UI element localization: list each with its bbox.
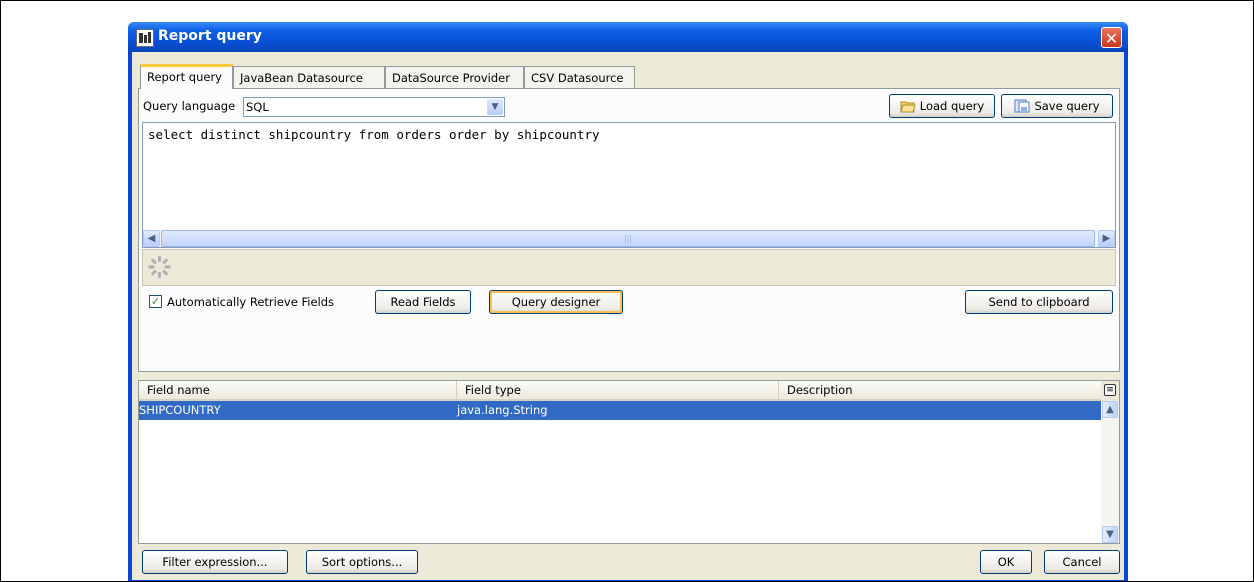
column-field-name[interactable]: Field name (139, 381, 457, 399)
save-disk-icon (1014, 99, 1030, 113)
cancel-button[interactable]: Cancel (1044, 550, 1120, 574)
table-row[interactable]: SHIPCOUNTRY java.lang.String (139, 401, 1101, 420)
scroll-down-icon[interactable]: ▼ (1102, 526, 1118, 543)
progress-area (142, 249, 1116, 286)
close-button[interactable]: ✕ (1101, 27, 1122, 48)
column-control-icon[interactable]: ≡ (1101, 381, 1119, 401)
query-language-label: Query language (143, 99, 236, 113)
save-query-label: Save query (1034, 99, 1100, 113)
query-designer-button[interactable]: Query designer (489, 290, 623, 314)
horizontal-scrollbar[interactable]: ◀ ||| ▶ (143, 230, 1115, 247)
cell-field-type: java.lang.String (457, 403, 548, 417)
scroll-left-icon[interactable]: ◀ (143, 230, 160, 247)
tab-datasource-provider[interactable]: DataSource Provider (385, 66, 524, 88)
tab-csv-datasource[interactable]: CSV Datasource (524, 66, 635, 88)
title-bar[interactable]: Report query ✕ (128, 22, 1128, 52)
query-language-value: SQL (246, 100, 269, 114)
ok-button[interactable]: OK (980, 550, 1032, 574)
folder-open-icon (900, 101, 916, 113)
chevron-down-icon[interactable]: ▼ (487, 99, 503, 115)
send-to-clipboard-button[interactable]: Send to clipboard (965, 290, 1113, 314)
column-field-type[interactable]: Field type (457, 381, 779, 399)
tab-report-query[interactable]: Report query (140, 64, 233, 89)
vertical-scrollbar[interactable]: ▲ ▼ (1101, 401, 1119, 543)
fields-table: Field name Field type Description ≡ SHIP… (138, 380, 1120, 544)
query-language-select[interactable]: SQL ▼ (243, 97, 505, 117)
sort-options-button[interactable]: Sort options... (306, 550, 418, 574)
window-title: Report query (158, 28, 262, 44)
tab-javabean-datasource[interactable]: JavaBean Datasource (233, 66, 385, 88)
report-query-dialog: Report query ✕ Report query JavaBean Dat… (128, 22, 1128, 581)
report-query-panel: Query language SQL ▼ Load query Save que… (138, 88, 1120, 372)
read-fields-button[interactable]: Read Fields (375, 290, 471, 314)
filter-expression-button[interactable]: Filter expression... (142, 550, 288, 574)
table-header: Field name Field type Description (139, 381, 1101, 401)
checkmark-icon: ✓ (150, 295, 161, 308)
dialog-body: Report query JavaBean Datasource DataSou… (132, 52, 1124, 580)
scroll-thumb[interactable]: ||| (161, 230, 1095, 247)
loading-spinner-icon (148, 256, 171, 278)
scroll-up-icon[interactable]: ▲ (1102, 401, 1118, 418)
load-query-label: Load query (919, 99, 985, 113)
auto-retrieve-checkbox[interactable]: ✓ (149, 295, 162, 308)
auto-retrieve-label: Automatically Retrieve Fields (167, 295, 335, 309)
save-query-button[interactable]: Save query (1001, 94, 1113, 118)
query-text[interactable]: select distinct shipcountry from orders … (148, 127, 600, 142)
scroll-right-icon[interactable]: ▶ (1098, 230, 1115, 247)
cell-field-name: SHIPCOUNTRY (139, 403, 221, 417)
column-description[interactable]: Description (779, 381, 1101, 399)
app-icon (136, 29, 154, 47)
load-query-button[interactable]: Load query (889, 94, 995, 118)
query-editor[interactable]: select distinct shipcountry from orders … (142, 122, 1116, 248)
